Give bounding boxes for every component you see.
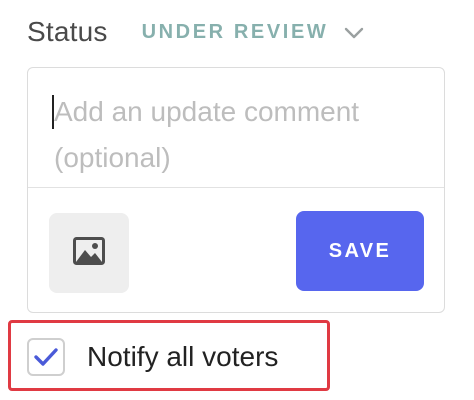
status-value: UNDER REVIEW [141,20,329,43]
image-icon [73,236,105,270]
notify-checkbox[interactable] [27,338,65,376]
status-update-panel: Status UNDER REVIEW Add an update commen… [0,0,474,400]
save-button[interactable]: SAVE [296,211,424,291]
comment-input[interactable]: Add an update comment (optional) [28,68,444,188]
notify-label: Notify all voters [87,341,279,372]
add-image-button[interactable] [49,213,129,293]
status-label: Status [27,16,108,47]
comment-placeholder: Add an update comment (optional) [54,96,360,173]
comment-box: Add an update comment (optional) SAVE [27,67,445,313]
text-caret [52,95,54,129]
chevron-down-icon [344,26,364,39]
notify-voters-row[interactable]: Notify all voters [27,336,278,378]
status-dropdown[interactable]: UNDER REVIEW [142,21,365,44]
status-row: Status UNDER REVIEW [27,14,364,50]
check-icon [34,348,58,366]
